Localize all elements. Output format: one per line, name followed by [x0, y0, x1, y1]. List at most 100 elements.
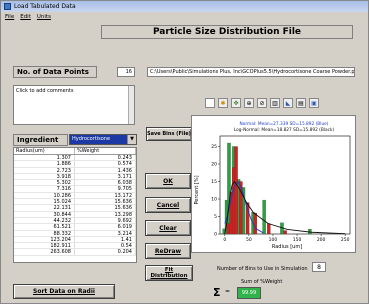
column-header: %Weight — [75, 148, 136, 154]
radius-cell[interactable]: 61.521 — [14, 224, 75, 230]
chevron-down-icon[interactable]: ▼ — [127, 135, 136, 144]
red-bar — [267, 223, 271, 235]
app-icon — [4, 3, 11, 10]
menu-bar: File Edit Units — [1, 12, 368, 21]
radius-cell[interactable]: 1.307 — [14, 155, 75, 161]
app-window: Load Tabulated Data File Edit Units Part… — [0, 0, 369, 304]
weight-cell[interactable]: 0.574 — [75, 161, 136, 167]
annotation-normal: Normal: Mean=27.339 SD=15.892 (Blue) — [240, 121, 329, 127]
weight-cell[interactable]: 1.41 — [75, 236, 136, 243]
radius-cell[interactable]: 5.302 — [14, 180, 75, 186]
weight-cell[interactable]: 13.172 — [75, 192, 136, 199]
radius-cell[interactable]: 3.918 — [14, 173, 75, 180]
bins-field[interactable]: 8 — [312, 262, 326, 272]
ingredient-label: Ingredient — [13, 134, 68, 146]
weight-cell[interactable]: 9.705 — [75, 186, 136, 192]
gear-icon[interactable]: ✱ — [218, 98, 228, 108]
weight-cell[interactable]: 1.436 — [75, 167, 136, 174]
distribution-chart: Normal: Mean=27.339 SD=15.892 (Blue) Log… — [191, 115, 356, 253]
bins-label: Number of Bins to Use in Simulation — [217, 266, 308, 272]
zoom-in-icon[interactable]: ⊕ — [244, 98, 254, 108]
save-bins-button[interactable]: Save Bins (File) — [146, 127, 192, 141]
sort-data-button[interactable]: Sort Data on Radii — [13, 284, 115, 299]
weight-cell[interactable]: 15.636 — [75, 205, 136, 211]
redraw-button[interactable]: ReDraw — [145, 243, 191, 259]
column-header: Radius(um) — [14, 148, 75, 154]
cancel-button[interactable]: Cancel — [145, 197, 191, 213]
weight-cell[interactable]: 6.038 — [75, 180, 136, 186]
weight-cell[interactable]: 0.243 — [75, 155, 136, 161]
weight-cell[interactable]: 6.019 — [75, 224, 136, 230]
weight-cell[interactable]: 15.636 — [75, 199, 136, 205]
red-bar — [226, 223, 231, 235]
radius-cell[interactable]: 182.911 — [14, 243, 75, 249]
chart-icon[interactable]: ◣ — [283, 98, 293, 108]
x-tick-label: 50 — [246, 237, 252, 243]
y-axis-label: Percent [%] — [194, 175, 200, 204]
green-bar — [262, 199, 266, 235]
fit-distribution-button[interactable]: Fit Distribution — [145, 265, 193, 281]
window-title: Load Tabulated Data — [14, 3, 76, 10]
page-title: Particle Size Distribution File — [101, 25, 353, 39]
weight-cell[interactable]: 0.54 — [75, 243, 136, 249]
radius-cell[interactable]: 263.608 — [14, 249, 75, 255]
3d-icon[interactable]: ▥ — [270, 98, 280, 108]
weight-cell[interactable]: 3.214 — [75, 230, 136, 237]
chart-svg: Normal: Mean=27.339 SD=15.892 (Blue) Log… — [194, 121, 351, 250]
comments-textarea[interactable]: Click to add comments — [13, 85, 135, 125]
radius-cell[interactable]: 22.131 — [14, 205, 75, 211]
weight-cell[interactable]: 9.692 — [75, 217, 136, 224]
ingredient-select[interactable]: Hydrocortisone ▼ — [69, 134, 137, 145]
sum-field: 99.99 — [237, 287, 261, 299]
radius-cell[interactable]: 15.024 — [14, 199, 75, 205]
menu-file[interactable]: File — [5, 14, 14, 20]
x-tick-label: 150 — [293, 237, 302, 243]
x-tick-label: 250 — [341, 237, 350, 243]
sigma-icon: Σ — [213, 286, 221, 299]
radius-cell[interactable]: 44.232 — [14, 217, 75, 224]
weight-cell[interactable]: 0.204 — [75, 249, 136, 255]
y-tick-label: 20 — [211, 162, 217, 168]
save-icon[interactable]: ▣ — [309, 98, 319, 108]
table-header: Radius(um) %Weight — [14, 148, 136, 155]
radius-cell[interactable]: 10.286 — [14, 192, 75, 199]
x-tick-label: 0 — [223, 237, 226, 243]
data-points-label: No. of Data Points — [13, 66, 97, 78]
y-tick-label: 25 — [211, 144, 217, 150]
radius-cell[interactable]: 30.844 — [14, 211, 75, 218]
menu-units[interactable]: Units — [37, 14, 51, 20]
radius-cell[interactable]: 1.886 — [14, 161, 75, 167]
red-bar — [234, 146, 238, 235]
ok-button[interactable]: OK — [145, 173, 191, 189]
x-axis-label: Radius [um] — [272, 244, 302, 250]
comments-scrollbar[interactable] — [128, 86, 134, 124]
y-tick-label: 15 — [211, 179, 217, 185]
move-icon[interactable]: ✥ — [231, 98, 241, 108]
weight-cell[interactable]: 13.298 — [75, 211, 136, 218]
table-row[interactable]: 263.608 0.204 — [14, 249, 136, 256]
data-points-field[interactable]: 16 — [117, 67, 135, 77]
weight-cell[interactable]: 3.171 — [75, 173, 136, 180]
menu-edit[interactable]: Edit — [20, 14, 31, 20]
clear-button[interactable]: Clear — [145, 220, 191, 236]
radius-cell[interactable]: 2.723 — [14, 167, 75, 174]
blank-icon[interactable] — [205, 98, 215, 108]
radius-cell[interactable]: 7.316 — [14, 186, 75, 192]
chart-toolbar: ✱ ✥ ⊕ ⊘ ▥ ◣ ▤ ▣ — [205, 96, 355, 110]
annotation-lognormal: Log-Normal: Mean=18.827 SD=15.892 (Black… — [234, 127, 335, 133]
table-body: 1.307 0.243 1.886 0.574 2.723 1.436 3.918 3.171… — [14, 155, 136, 256]
x-tick-label: 200 — [317, 237, 326, 243]
sum-label: Sum of %Weight — [241, 279, 283, 285]
sum-equals: = — [225, 288, 231, 295]
red-bar — [253, 212, 258, 235]
radius-cell[interactable]: 88.332 — [14, 230, 75, 237]
comments-placeholder: Click to add comments — [16, 88, 74, 94]
radius-cell[interactable]: 123.204 — [14, 236, 75, 243]
file-path-field[interactable]: C:\Users\Public\Simulations Plus, Inc\GC… — [147, 67, 355, 77]
zoom-reset-icon[interactable]: ⊘ — [257, 98, 267, 108]
ingredient-selected: Hydrocortisone — [72, 136, 111, 142]
title-bar: Load Tabulated Data — [1, 1, 368, 12]
print-icon[interactable]: ▤ — [296, 98, 306, 108]
data-table: Radius(um) %Weight 1.307 0.243 1.886 0.574 2… — [13, 147, 137, 263]
red-bar — [283, 230, 287, 235]
